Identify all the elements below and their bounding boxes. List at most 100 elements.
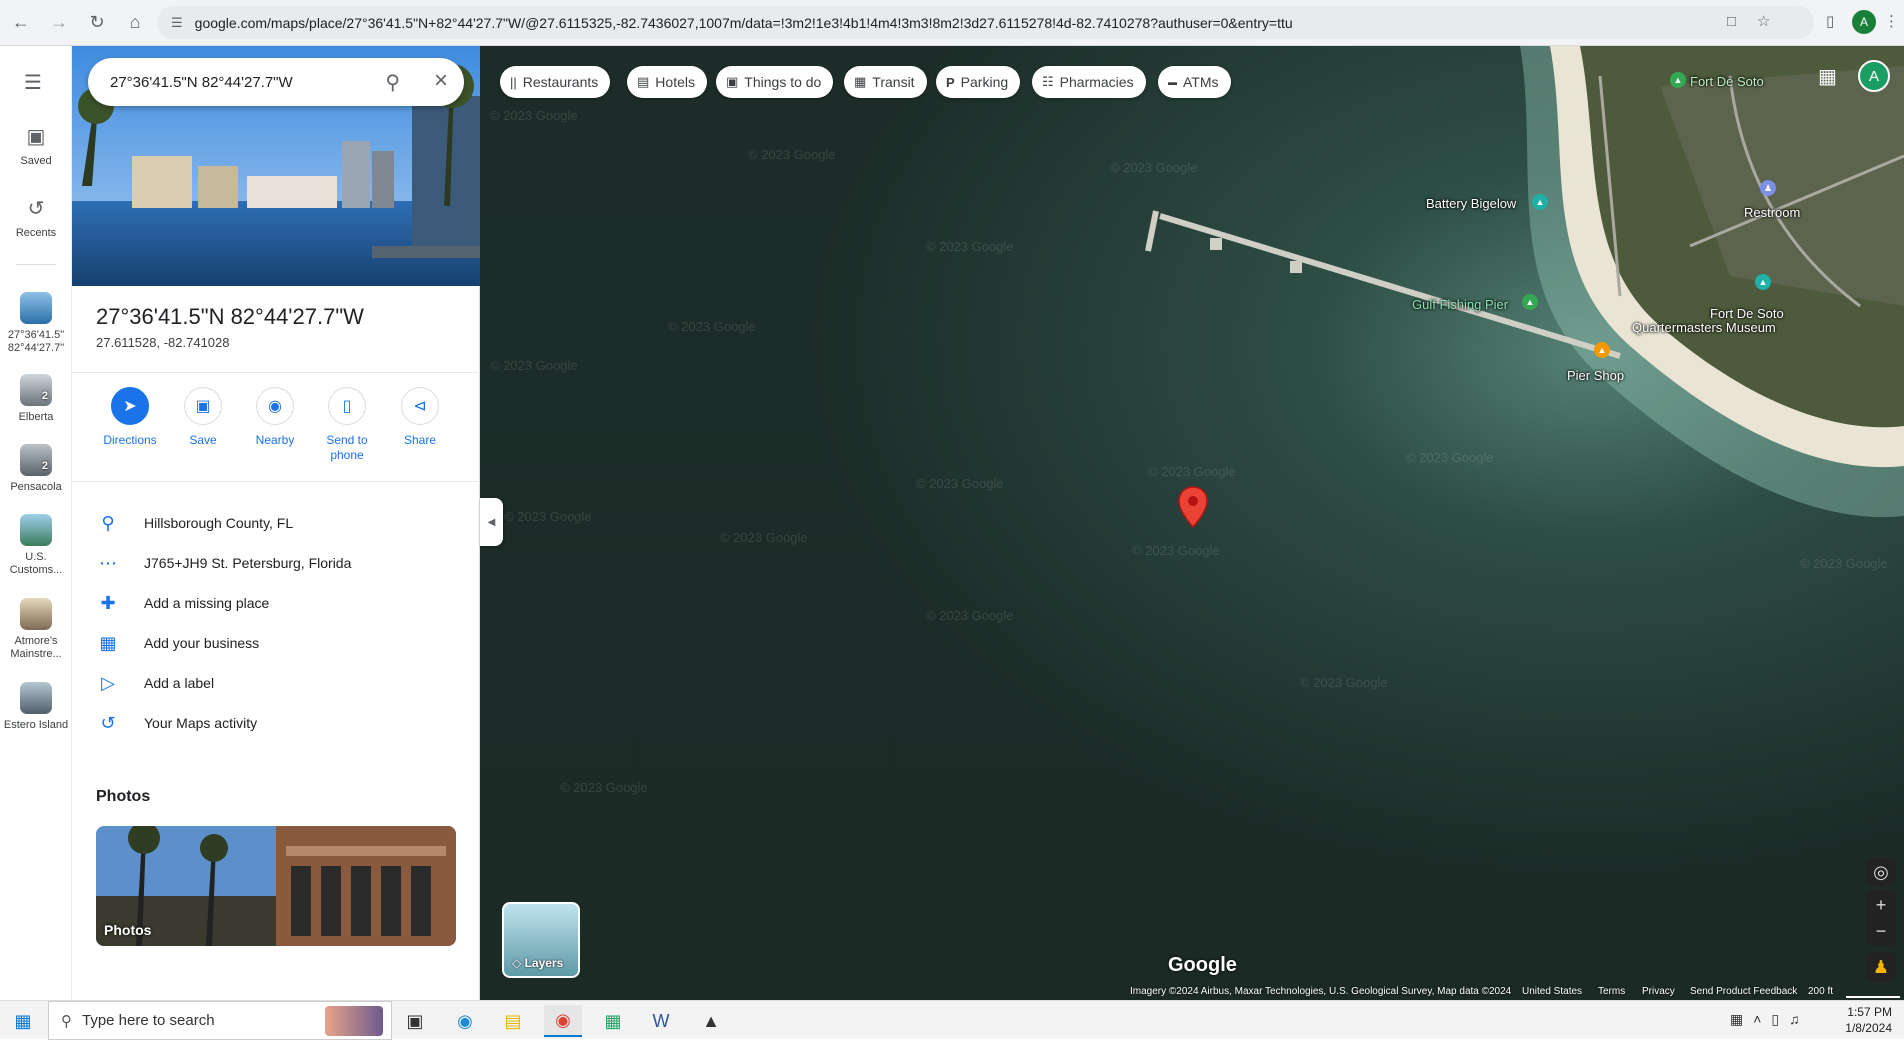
monument-icon[interactable]: ▲: [1532, 194, 1548, 210]
zoom-out-icon[interactable]: −: [1876, 918, 1887, 944]
forward-icon[interactable]: →: [42, 6, 76, 40]
place-label-pier-shop[interactable]: Pier Shop: [1567, 368, 1624, 383]
account-avatar[interactable]: A: [1858, 60, 1890, 92]
install-app-icon[interactable]: □: [1727, 13, 1736, 30]
browser-toolbar: ← → ↻ ⌂ ☰ google.com/maps/place/27°36'41…: [0, 0, 1904, 46]
recent-count-badge: 2: [41, 460, 48, 472]
chip-things-to-do[interactable]: ▣ Things to do: [716, 66, 834, 98]
info-row-add-business[interactable]: ▦ Add your business: [72, 623, 480, 663]
info-row-county[interactable]: ⚲ Hillsborough County, FL: [72, 503, 480, 543]
rail-divider: [16, 264, 56, 265]
chip-restaurants[interactable]: || Restaurants: [500, 66, 611, 98]
chip-pharmacies[interactable]: ☷ Pharmacies: [1032, 66, 1146, 98]
place-label-museum-line1[interactable]: Fort De Soto: [1710, 306, 1784, 321]
taskbar-clock[interactable]: 1:57 PM 1/8/2024: [1845, 1004, 1892, 1036]
recent-item[interactable]: 2 Elberta: [0, 374, 72, 424]
footer-link-terms[interactable]: Terms: [1598, 986, 1625, 997]
address-bar[interactable]: ☰ google.com/maps/place/27°36'41.5"N+82°…: [157, 6, 1814, 39]
directions-button[interactable]: ➤ Directions: [94, 387, 166, 448]
recents-button[interactable]: ↺ Recents: [0, 196, 72, 239]
edge-icon[interactable]: ◉: [446, 1005, 484, 1037]
task-view-icon[interactable]: ▣: [396, 1005, 434, 1037]
photos-app-icon[interactable]: ▲: [692, 1005, 730, 1037]
url-text[interactable]: google.com/maps/place/27°36'41.5"N+82°44…: [195, 15, 1293, 31]
footer-link-privacy[interactable]: Privacy: [1642, 986, 1675, 997]
browser-menu-icon[interactable]: ⋮: [1884, 12, 1899, 30]
info-row-add-label[interactable]: ▷ Add a label: [72, 663, 480, 703]
layers-button[interactable]: ◇ Layers: [502, 902, 580, 978]
info-row-text: Add a missing place: [144, 595, 270, 611]
shop-icon[interactable]: ▲: [1594, 342, 1610, 358]
recent-label: U.S. Customs...: [9, 551, 63, 576]
chip-atms[interactable]: ▬ ATMs: [1158, 66, 1231, 98]
recent-label: Estero Island: [3, 719, 69, 731]
zoom-in-icon[interactable]: +: [1876, 892, 1887, 918]
museum-icon[interactable]: ▲: [1755, 274, 1771, 290]
photos-tile[interactable]: Photos: [96, 826, 456, 946]
taskbar-search-placeholder: Type here to search: [82, 1012, 215, 1029]
info-row-plus-code[interactable]: ⋯ J765+JH9 St. Petersburg, Florida: [72, 543, 480, 583]
place-label-fort-de-soto[interactable]: Fort De Soto: [1690, 74, 1764, 89]
keyboard-icon[interactable]: ▦: [1730, 1011, 1753, 1027]
side-panel-icon[interactable]: ▯: [1826, 12, 1834, 30]
chip-hotels[interactable]: ▤ Hotels: [627, 66, 707, 98]
chevron-up-icon[interactable]: ˄: [1753, 1011, 1771, 1027]
pier-icon[interactable]: ▲: [1522, 294, 1538, 310]
word-icon[interactable]: W: [642, 1005, 680, 1037]
street-view-pegman[interactable]: ♟: [1866, 952, 1896, 982]
bookmark-star-icon[interactable]: ☆: [1757, 12, 1770, 30]
nearby-button[interactable]: ◉ Nearby: [239, 387, 311, 448]
info-row-add-missing-place[interactable]: ✚ Add a missing place: [72, 583, 480, 623]
saved-button[interactable]: ▣ Saved: [0, 124, 72, 167]
windows-start-icon[interactable]: ▦: [4, 1005, 42, 1037]
place-label-gulf-fishing-pier[interactable]: Gulf Fishing Pier: [1412, 297, 1508, 312]
chrome-icon[interactable]: ◉: [544, 1005, 582, 1037]
scale-label[interactable]: 200 ft: [1808, 986, 1833, 997]
taskbar-search[interactable]: ⚲ Type here to search: [48, 1001, 392, 1040]
info-row-text: J765+JH9 St. Petersburg, Florida: [144, 555, 352, 571]
location-pin-icon[interactable]: [1178, 486, 1208, 528]
map-canvas[interactable]: © 2023 Google © 2023 Google © 2023 Googl…: [480, 46, 1904, 1000]
send-to-phone-button[interactable]: ▯ Send to phone: [311, 387, 383, 463]
recent-item[interactable]: Estero Island: [0, 682, 72, 732]
excel-icon[interactable]: ▦: [594, 1005, 632, 1037]
my-location-button[interactable]: ◎: [1866, 858, 1896, 886]
recent-item[interactable]: Atmore's Mainstre...: [0, 598, 72, 661]
close-icon[interactable]: ×: [434, 67, 448, 95]
map-attribution-bar: Imagery ©2024 Airbus, Maxar Technologies…: [480, 986, 1904, 1000]
network-icon[interactable]: ▯: [1771, 1011, 1789, 1027]
recent-item[interactable]: 2 Pensacola: [0, 444, 72, 494]
place-label-restroom[interactable]: Restroom: [1744, 205, 1800, 220]
recent-item[interactable]: 27°36'41.5" 82°44'27.7": [0, 292, 72, 355]
park-icon[interactable]: ▲: [1670, 72, 1686, 88]
map-watermark: © 2023 Google: [1800, 556, 1888, 571]
profile-avatar[interactable]: A: [1852, 10, 1876, 34]
map-watermark: © 2023 Google: [504, 509, 592, 524]
search-input[interactable]: 27°36'41.5"N 82°44'27.7"W ⚲ ×: [88, 58, 464, 106]
search-input-value[interactable]: 27°36'41.5"N 82°44'27.7"W: [110, 74, 293, 91]
site-info-icon[interactable]: ☰: [171, 15, 183, 31]
chip-transit[interactable]: ▦ Transit: [844, 66, 927, 98]
file-explorer-icon[interactable]: ▤: [494, 1005, 532, 1037]
share-button[interactable]: ⊲ Share: [384, 387, 456, 448]
recent-item[interactable]: U.S. Customs...: [0, 514, 72, 577]
chip-parking[interactable]: P Parking: [936, 66, 1021, 98]
place-label-museum-line2[interactable]: Quartermasters Museum: [1632, 320, 1776, 335]
apps-grid-icon[interactable]: ▦: [1818, 64, 1837, 89]
footer-link-feedback[interactable]: Send Product Feedback: [1690, 986, 1797, 997]
footer-link-country[interactable]: United States: [1522, 986, 1582, 997]
place-label-battery-bigelow[interactable]: Battery Bigelow: [1426, 196, 1516, 211]
search-icon[interactable]: ⚲: [385, 70, 400, 95]
home-icon[interactable]: ⌂: [118, 6, 152, 40]
save-button[interactable]: ▣ Save: [167, 387, 239, 448]
restroom-icon[interactable]: ♟: [1760, 180, 1776, 196]
place-decimal-coords[interactable]: 27.611528, -82.741028: [96, 335, 230, 350]
collapse-panel-button[interactable]: ◀: [480, 498, 503, 546]
back-icon[interactable]: ←: [4, 6, 38, 40]
chip-label: Pharmacies: [1059, 74, 1134, 90]
info-row-maps-activity[interactable]: ↺ Your Maps activity: [72, 703, 480, 743]
menu-icon[interactable]: ☰: [24, 70, 42, 95]
reload-icon[interactable]: ↻: [80, 6, 114, 40]
recent-count-badge: 2: [41, 390, 48, 402]
volume-icon[interactable]: ♫: [1789, 1011, 1810, 1027]
